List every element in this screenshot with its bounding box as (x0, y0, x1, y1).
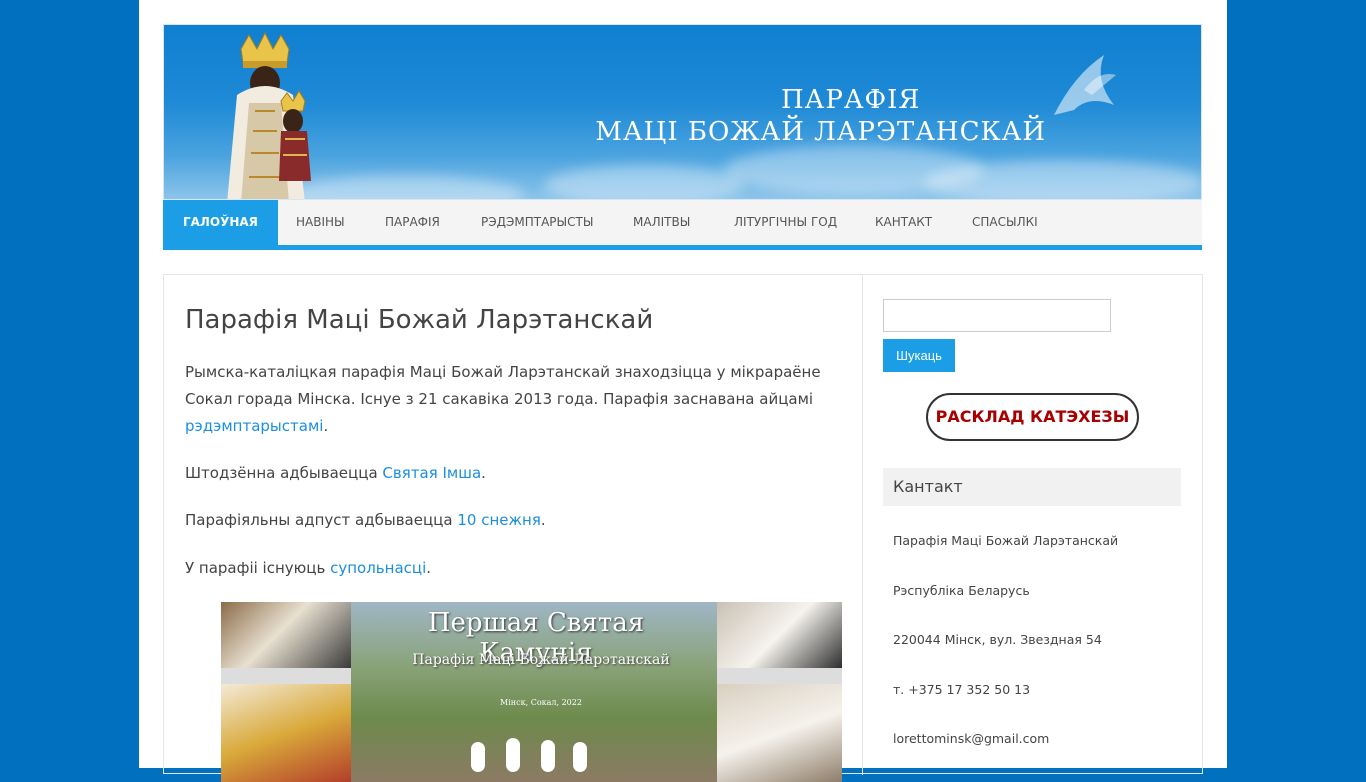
header-banner[interactable]: ПАРАФІЯ МАЦІ БОЖАЙ ЛАРЭТАНСКАЙ (163, 24, 1202, 200)
mass-period: . (481, 464, 486, 482)
mass-paragraph: Штодзённа адбываецца Святая Імша. (185, 460, 825, 487)
collage-caption: Мінск, Сокал, 2022 (500, 698, 582, 707)
nav-item-prayers[interactable]: Малітвы (633, 200, 690, 245)
contact-email[interactable]: lorettominsk@gmail.com (893, 731, 1049, 746)
contact-parish-name: Парафія Маці Божай Ларэтанскай (893, 533, 1119, 548)
communities-text: У парафіі існуюць (185, 559, 326, 577)
feast-date-link[interactable]: 10 снежня (457, 511, 540, 529)
contact-widget-title: Кантакт (883, 468, 1181, 506)
nav-item-liturgical-year[interactable]: Літургічны год (734, 200, 837, 245)
collage-subtitle: Парафія Маці Божай Ларэтанскай (412, 652, 670, 668)
banner-title-line1: ПАРАФІЯ (780, 85, 921, 115)
content-area: Парафія Маці Божай Ларэтанскай Рымска-ка… (163, 274, 1203, 782)
mass-text: Штодзённа адбываецца (185, 464, 378, 482)
nav-item-home[interactable]: Галоўная (163, 200, 278, 245)
search-input[interactable] (883, 299, 1111, 332)
nav-item-contact[interactable]: Кантакт (875, 200, 932, 245)
contact-address: 220044 Мінск, вул. Звездная 54 (893, 632, 1102, 647)
dove-image (1054, 55, 1116, 115)
banner-title-line2: МАЦІ БОЖАЙ ЛАРЭТАНСКАЙ (595, 117, 1046, 147)
communities-link[interactable]: супольнасці (330, 559, 426, 577)
intro-text: Рымска-каталіцкая парафія Маці Божай Лар… (185, 363, 821, 408)
main-column: Парафія Маці Божай Ларэтанскай Рымска-ка… (164, 275, 863, 782)
nav-item-links[interactable]: Спасылкі (972, 200, 1038, 245)
banner-title: ПАРАФІЯ МАЦІ БОЖАЙ ЛАРЭТАНСКАЙ (595, 85, 1046, 147)
nav-item-parish[interactable]: Парафія (385, 200, 440, 245)
intro-paragraph: Рымска-каталіцкая парафія Маці Божай Лар… (185, 359, 825, 440)
main-navigation: Галоўная Навіны Парафія Рэдэмптарысты Ма… (163, 200, 1202, 250)
nav-item-redemptorists[interactable]: Рэдэмптарысты (481, 200, 593, 245)
intro-period: . (323, 417, 329, 435)
first-communion-collage-image[interactable]: Першая Святая Камунія Парафія Маці Божай… (221, 602, 842, 782)
redemptorists-link[interactable]: рэдэмптарыстамі (185, 417, 323, 435)
communities-period: . (426, 559, 432, 577)
feast-paragraph: Парафіяльны адпуст адбываецца 10 снежня. (185, 507, 825, 534)
contact-phone: т. +375 17 352 50 13 (893, 682, 1031, 697)
page: ПАРАФІЯ МАЦІ БОЖАЙ ЛАРЭТАНСКАЙ Галоўная … (139, 0, 1227, 782)
search-button[interactable]: Шукаць (883, 339, 955, 372)
madonna-statue-image (227, 31, 311, 199)
katechesis-schedule-button[interactable]: РАСКЛАД КАТЭХЕЗЫ (926, 393, 1139, 441)
nav-item-news[interactable]: Навіны (296, 200, 345, 245)
feast-text: Парафіяльны адпуст адбываецца (185, 511, 453, 529)
feast-period: . (540, 511, 546, 529)
page-title: Парафія Маці Божай Ларэтанскай (185, 305, 654, 335)
holy-mass-link[interactable]: Святая Імша (382, 464, 481, 482)
contact-country: Рэспубліка Беларусь (893, 583, 1030, 598)
sidebar: Шукаць РАСКЛАД КАТЭХЕЗЫ Кантакт Парафія … (883, 275, 1181, 775)
communities-paragraph: У парафіі існуюць супольнасці. (185, 555, 825, 582)
